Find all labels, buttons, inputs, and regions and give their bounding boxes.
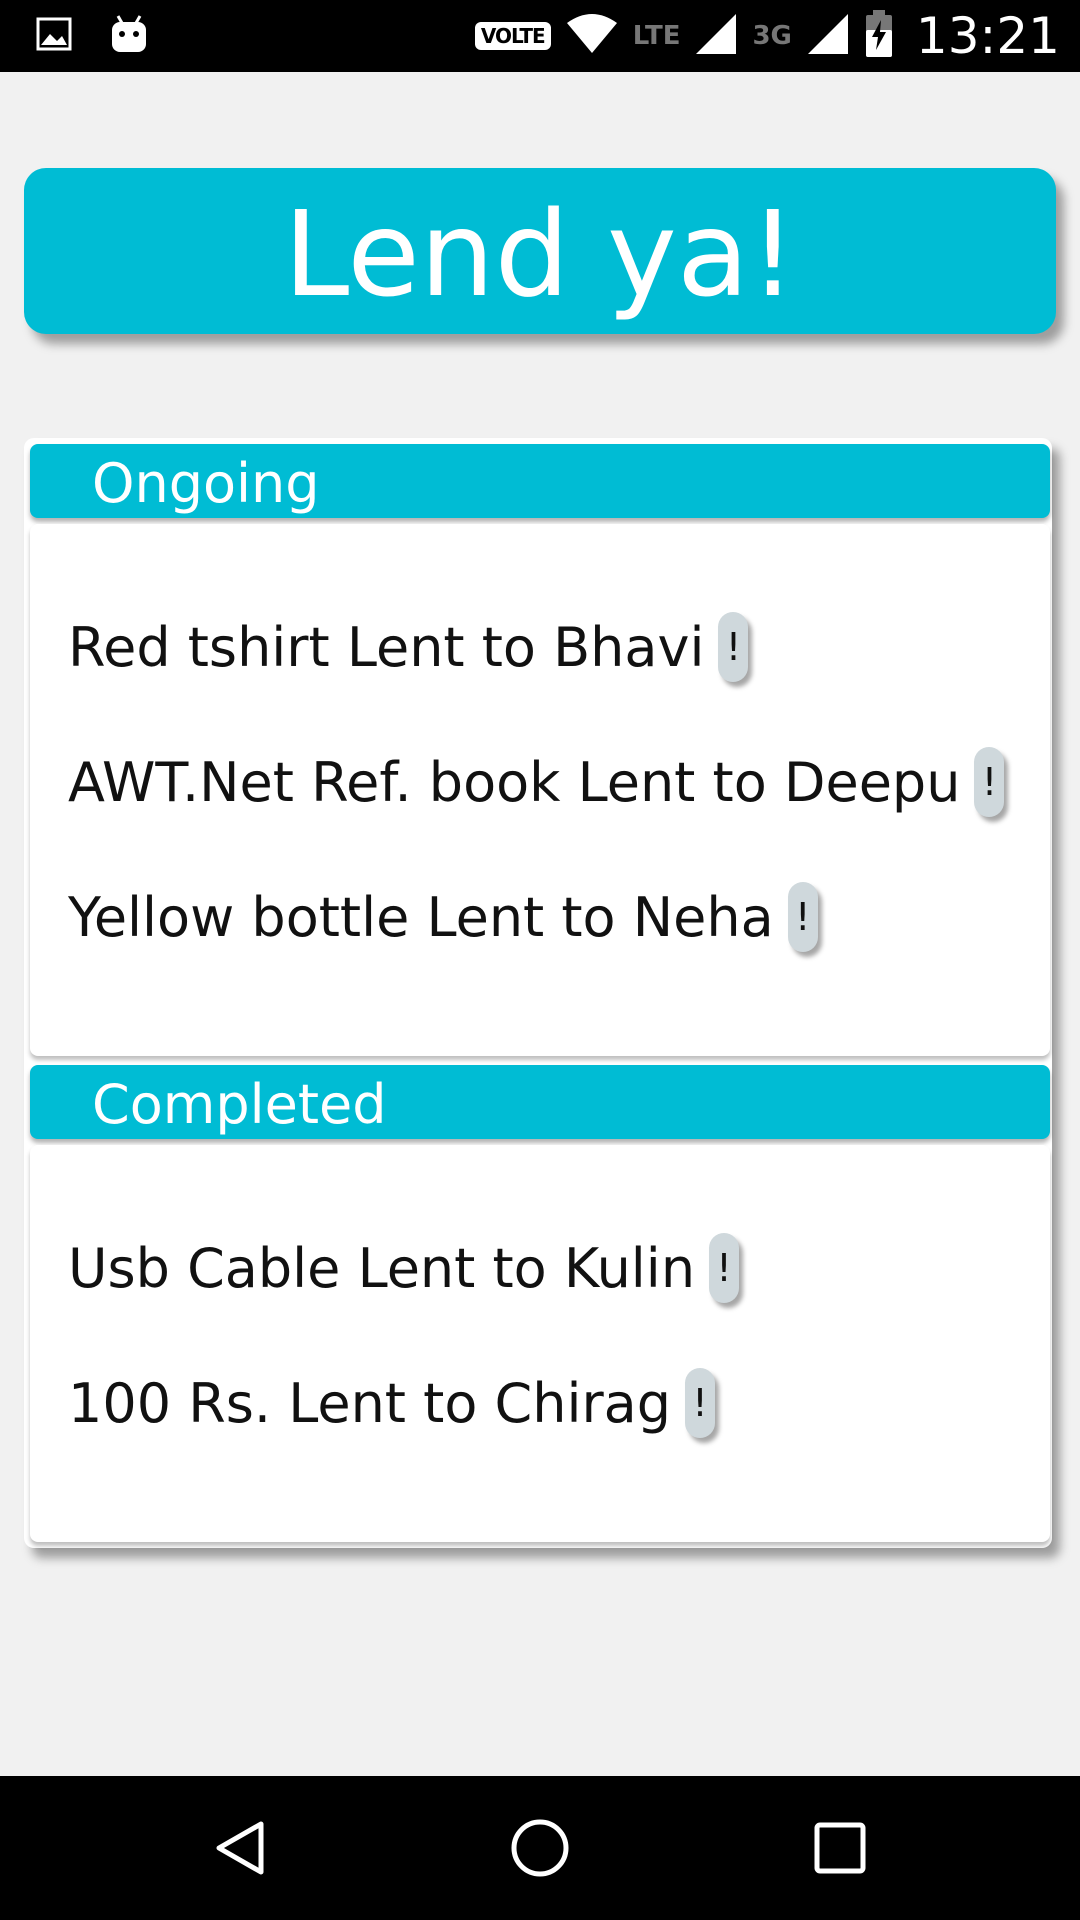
mark-returned-button[interactable]: ! — [787, 882, 818, 952]
image-icon — [36, 17, 72, 56]
info-button[interactable]: ! — [709, 1233, 740, 1303]
clock: 13:21 — [915, 7, 1060, 65]
ongoing-section-title: Ongoing — [92, 452, 320, 515]
list-item-text: Yellow bottle Lent to Neha — [68, 885, 774, 949]
list-item: Red tshirt Lent to Bhavi ! — [68, 612, 749, 682]
home-icon[interactable] — [506, 1814, 574, 1882]
navigation-bar — [0, 1776, 1080, 1920]
info-button[interactable]: ! — [685, 1368, 716, 1438]
mark-returned-button[interactable]: ! — [974, 747, 1005, 817]
list-item: 100 Rs. Lent to Chirag ! — [68, 1368, 716, 1438]
lte-label: LTE — [632, 21, 681, 51]
status-bar: VOLTE LTE 3G 13:21 — [0, 0, 1080, 72]
recents-icon[interactable] — [806, 1814, 874, 1882]
completed-section-header: Completed — [30, 1065, 1050, 1139]
signal-icon-2 — [806, 12, 850, 61]
list-item-text: AWT.Net Ref. book Lent to Deepu — [68, 750, 961, 814]
ongoing-section-header: Ongoing — [30, 444, 1050, 518]
android-icon — [110, 14, 148, 59]
lending-list-card: Ongoing Red tshirt Lent to Bhavi ! AWT.N… — [24, 438, 1052, 1548]
app-title: Lend ya! — [283, 185, 797, 323]
completed-section-title: Completed — [92, 1073, 387, 1136]
3g-label: 3G — [752, 21, 792, 51]
signal-icon — [694, 12, 738, 61]
list-item: Usb Cable Lent to Kulin ! — [68, 1233, 740, 1303]
list-item-text: 100 Rs. Lent to Chirag — [68, 1371, 672, 1435]
completed-list: Usb Cable Lent to Kulin ! 100 Rs. Lent t… — [30, 1145, 1050, 1542]
list-item-text: Red tshirt Lent to Bhavi — [68, 615, 705, 679]
ongoing-list: Red tshirt Lent to Bhavi ! AWT.Net Ref. … — [30, 524, 1050, 1056]
list-item: Yellow bottle Lent to Neha ! — [68, 882, 818, 952]
list-item: AWT.Net Ref. book Lent to Deepu ! — [68, 747, 1005, 817]
list-item-text: Usb Cable Lent to Kulin — [68, 1236, 696, 1300]
app-banner: Lend ya! — [24, 168, 1056, 334]
volte-badge: VOLTE — [474, 22, 551, 50]
back-icon[interactable] — [207, 1814, 275, 1882]
wifi-icon — [565, 13, 619, 60]
battery-charging-icon — [864, 9, 894, 63]
mark-returned-button[interactable]: ! — [718, 612, 749, 682]
